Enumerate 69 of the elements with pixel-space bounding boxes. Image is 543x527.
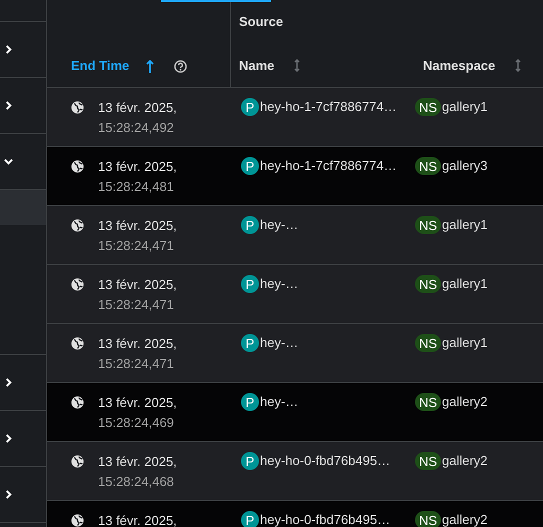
pod-badge: P [241,157,259,175]
namespace-name: gallery1 [442,98,488,116]
globe-icon [71,514,84,527]
namespace-badge: NS [415,511,441,527]
namespace-badge: NS [415,334,441,352]
chevron-down-icon [4,157,12,166]
date-text: 13 févr. 2025, [98,394,177,412]
globe-icon [71,101,84,114]
date-text: 13 févr. 2025, [98,217,177,235]
group-header: Source [239,14,284,29]
pod-badge: P [241,393,259,411]
chevron-right-icon [4,45,12,54]
pod-name: hey-ho-0-fbd76b495… [260,452,390,470]
globe-icon [71,396,84,409]
time-text: 15:28:24,468 [98,473,175,491]
pod-badge: P [241,216,259,234]
help-icon[interactable] [174,60,188,73]
globe-icon [71,278,84,291]
chevron-right-icon [4,378,12,387]
sort-up-arrow-icon[interactable] [146,60,154,73]
date-text: 13 févr. 2025, [98,158,177,176]
namespace-badge: NS [415,275,441,293]
pod-name: hey-ho-1-7cf7886774… [260,98,397,116]
namespace-badge: NS [415,157,441,175]
time-text: 15:28:24,471 [98,355,175,373]
pod-badge: P [241,334,259,352]
pod-badge: P [241,98,259,116]
time-text: 15:28:24,469 [98,414,175,432]
namespace-name: gallery1 [442,334,488,352]
time-text: 15:28:24,481 [98,178,175,196]
date-text: 13 févr. 2025, [98,453,177,471]
pod-name: hey-… [260,216,298,234]
date-text: 13 févr. 2025, [98,276,177,294]
globe-icon [71,455,84,468]
namespace-name: gallery2 [442,452,488,470]
date-text: 13 févr. 2025, [98,99,177,117]
globe-icon [71,160,84,173]
sort-icon[interactable] [515,59,522,72]
pod-badge: P [241,511,259,527]
column-header[interactable]: Namespace [423,58,496,73]
namespace-badge: NS [415,216,441,234]
date-text: 13 févr. 2025, [98,335,177,353]
namespace-name: gallery2 [442,393,488,411]
chevron-right-icon [4,434,12,443]
namespace-name: gallery1 [442,275,488,293]
namespace-badge: NS [415,98,441,116]
pod-name: hey-… [260,275,298,293]
namespace-badge: NS [415,393,441,411]
pod-name: hey-… [260,334,298,352]
time-text: 15:28:24,471 [98,296,175,314]
pod-badge: P [241,452,259,470]
pod-name: hey-… [260,393,298,411]
column-header[interactable]: End Time [71,58,130,73]
pod-name: hey-ho-1-7cf7886774… [260,157,397,175]
chevron-right-icon [4,101,12,110]
pod-name: hey-ho-0-fbd76b495… [260,511,390,527]
time-text: 15:28:24,471 [98,237,175,255]
date-text: 13 févr. 2025, [98,512,177,527]
column-header[interactable]: Name [239,58,274,73]
namespace-badge: NS [415,452,441,470]
globe-icon [71,219,84,232]
namespace-name: gallery1 [442,216,488,234]
sort-icon[interactable] [294,59,300,72]
namespace-name: gallery2 [442,511,488,527]
globe-icon [71,337,84,350]
chevron-right-icon [4,490,12,499]
pod-badge: P [241,275,259,293]
time-text: 15:28:24,492 [98,119,175,137]
namespace-name: gallery3 [442,157,488,175]
